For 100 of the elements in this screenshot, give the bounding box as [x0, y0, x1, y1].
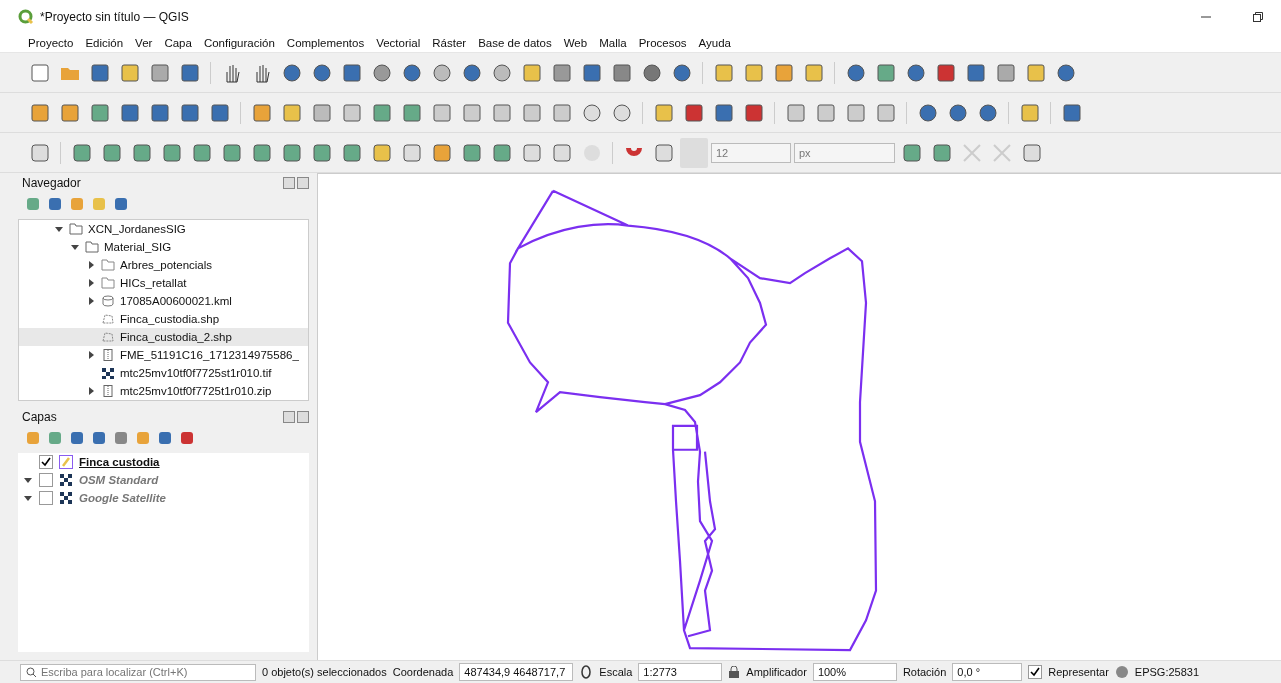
circle-icon [916, 101, 939, 124]
coordinate-field[interactable]: 487434,9 4648717,7 [459, 663, 574, 681]
square-icon [550, 141, 573, 164]
square-icon [310, 141, 333, 164]
archive-icon [101, 349, 115, 361]
square-icon [520, 141, 543, 164]
cross-icon [990, 141, 1013, 164]
coordinate-label: Coordenada [392, 666, 454, 678]
expand-arrow-icon[interactable] [24, 476, 32, 484]
menu-item[interactable]: Ayuda [692, 37, 737, 49]
expand-arrow-icon[interactable] [55, 225, 63, 233]
menu-item[interactable]: Procesos [632, 37, 693, 49]
checkbox[interactable] [39, 491, 53, 505]
tree-item[interactable]: HICs_retallat [19, 274, 308, 292]
expand-arrow-icon[interactable] [87, 297, 95, 305]
tree-item[interactable]: Finca_custodia_2.shp [19, 328, 308, 346]
mouse-icon[interactable] [579, 665, 594, 679]
panel-tool-icon[interactable] [180, 431, 194, 445]
panel-title: Capas [22, 410, 57, 424]
tree-item[interactable]: mtc25mv10tf0f7725t1r010.zip [19, 382, 308, 400]
magnifier-field[interactable]: 100% [812, 663, 897, 681]
layer-name[interactable]: Finca custodia [79, 456, 160, 468]
tolerance-field[interactable]: 12 [711, 142, 791, 163]
menu-item[interactable]: Ver [129, 37, 159, 49]
expand-arrow-icon[interactable] [87, 351, 95, 359]
tree-item[interactable]: FME_51191C16_1712314975586_ [19, 346, 308, 364]
expand-arrow-icon[interactable] [24, 494, 32, 502]
checkbox[interactable] [39, 473, 53, 487]
crs-button[interactable]: EPSG:25831 [1134, 666, 1200, 678]
panel-tool-icon[interactable] [48, 197, 62, 211]
expand-arrow-icon[interactable] [87, 387, 95, 395]
scale-dropdown[interactable]: 1:2773 [638, 663, 723, 681]
square-icon [250, 101, 273, 124]
close-button[interactable] [297, 177, 309, 189]
square-icon [652, 141, 675, 164]
menu-item[interactable]: Vectorial [370, 37, 427, 49]
float-button[interactable] [283, 411, 295, 423]
lock-icon[interactable] [728, 666, 741, 678]
square-icon [250, 141, 273, 164]
polygon-icon [101, 331, 115, 343]
menu-item[interactable]: Complementos [280, 37, 371, 49]
menu-item[interactable]: Ráster [426, 37, 473, 49]
menu-item[interactable]: Capa [158, 37, 198, 49]
square-icon [88, 101, 111, 124]
expand-arrow-icon[interactable] [87, 261, 95, 269]
circle-icon [976, 101, 999, 124]
circle-icon [670, 61, 693, 84]
tree-item[interactable]: Finca_custodia.shp [19, 310, 308, 328]
expand-arrow-icon[interactable] [87, 279, 95, 287]
layer-name[interactable]: OSM Standard [79, 474, 159, 486]
folder-icon [101, 259, 115, 271]
app-logo-icon [18, 9, 34, 25]
square-icon [900, 141, 923, 164]
menu-item[interactable]: Configuración [197, 37, 281, 49]
close-button[interactable] [297, 411, 309, 423]
unit-dropdown[interactable]: px [794, 142, 895, 163]
magnet-icon [625, 147, 642, 158]
square-icon [742, 101, 765, 124]
checkbox[interactable] [39, 455, 53, 469]
locator-search-field[interactable]: Escriba para localizar (Ctrl+K) [20, 663, 256, 681]
circle-icon [610, 101, 633, 124]
menu-item[interactable]: Web [557, 37, 594, 49]
circle-icon [904, 61, 927, 84]
square-icon [370, 101, 393, 124]
pencil-icon [59, 455, 73, 469]
square-icon [652, 101, 675, 124]
menu-item[interactable]: Proyecto [22, 37, 80, 49]
panel-tool-icon[interactable] [158, 431, 172, 445]
circle-icon [490, 61, 513, 84]
rotation-field[interactable]: 0,0 ° [952, 663, 1023, 681]
panel-tool-icon[interactable] [114, 197, 128, 211]
panel-tool-icon[interactable] [48, 431, 62, 445]
circle-icon [460, 61, 483, 84]
tree-item[interactable]: Arbres_potencials [19, 256, 308, 274]
square-icon [148, 61, 171, 84]
tree-item[interactable]: mtc25mv10tf0f7725st1r010.tif [19, 364, 308, 382]
checkbox[interactable] [1028, 665, 1043, 679]
square-icon [814, 101, 837, 124]
float-button[interactable] [283, 177, 295, 189]
square-icon [118, 101, 141, 124]
menu-item[interactable]: Edición [79, 37, 130, 49]
menu-item[interactable]: Malla [593, 37, 633, 49]
menu-item[interactable]: Base de datos [472, 37, 558, 49]
layer-name[interactable]: Google Satellite [79, 492, 166, 504]
panel-tool-icon[interactable] [114, 431, 128, 445]
tree-item[interactable]: XCN_JordanesSIG [19, 220, 308, 238]
database-icon [101, 295, 115, 307]
circle-icon [1054, 61, 1077, 84]
globe-icon[interactable] [1114, 665, 1129, 679]
circle-icon [430, 61, 453, 84]
tree-item[interactable]: Material_SIG [19, 238, 308, 256]
panel-tool-icon[interactable] [92, 431, 106, 445]
archive-icon [101, 385, 115, 397]
circle-icon [580, 101, 603, 124]
tree-item[interactable]: 17085A00600021.kml [19, 292, 308, 310]
panel-tool-icon[interactable] [26, 197, 40, 211]
panel-tool-icon[interactable] [70, 431, 84, 445]
circle-icon [844, 61, 867, 84]
expand-arrow-icon[interactable] [71, 243, 79, 251]
square-icon [340, 141, 363, 164]
